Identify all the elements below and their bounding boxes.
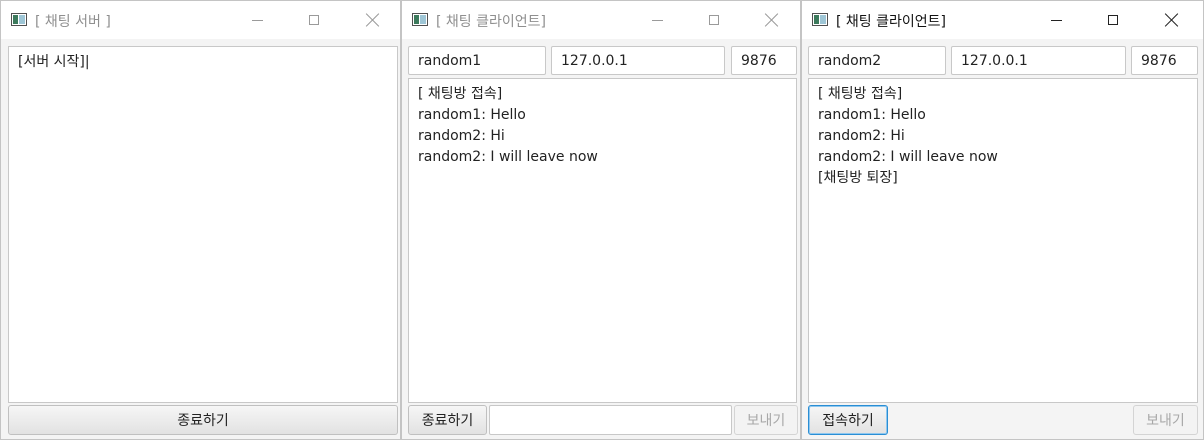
chat-line: random2: I will leave now [818,149,998,165]
minimize-button[interactable] [634,1,680,39]
title-bar[interactable]: [ 채팅 클라이언트] [402,1,800,39]
close-button[interactable] [1149,1,1195,39]
chat-line: [채팅방 퇴장] [818,170,898,186]
minimize-icon [651,19,663,21]
app-window-icon [812,13,828,26]
chat-log-area[interactable]: [ 채팅방 접속] random1: Hello random2: Hi ran… [808,78,1198,403]
chat-line: random1: Hello [418,107,526,123]
chat-line: random2: Hi [818,128,905,144]
host-field[interactable]: 127.0.0.1 [551,46,725,75]
minimize-icon [251,19,263,21]
close-icon [765,13,779,27]
send-button[interactable]: 보내기 [1133,405,1198,435]
connect-button[interactable]: 접속하기 [808,405,888,435]
host-field[interactable]: 127.0.0.1 [951,46,1126,75]
window-title: [ 채팅 서버 ] [35,14,111,30]
chat-line: random2: I will leave now [418,149,598,165]
port-field[interactable]: 9876 [731,46,797,75]
chat-line: [ 채팅방 접속] [818,86,903,102]
window-title: [ 채팅 클라이언트] [436,14,546,30]
chat-line: random1: Hello [818,107,926,123]
port-field[interactable]: 9876 [1131,46,1198,75]
maximize-icon [1108,15,1118,25]
close-button[interactable] [749,1,795,39]
maximize-button[interactable] [1090,1,1136,39]
maximize-button[interactable] [291,1,337,39]
chat-log-area[interactable]: [ 채팅방 접속] random1: Hello random2: Hi ran… [408,78,797,403]
app-window-icon [412,13,428,26]
minimize-icon [1050,19,1062,21]
minimize-button[interactable] [234,1,280,39]
client2-window: [ 채팅 클라이언트] random2 127.0.0.1 9876 [ 채팅방… [801,0,1204,440]
log-line: [서버 시작]| [18,54,90,70]
chat-line: random2: Hi [418,128,505,144]
close-button[interactable] [350,1,396,39]
window-title: [ 채팅 클라이언트] [836,14,946,30]
app-window-icon [11,13,27,26]
minimize-button[interactable] [1033,1,1079,39]
message-input[interactable] [489,405,732,435]
nickname-field[interactable]: random1 [408,46,546,75]
stop-server-button[interactable]: 종료하기 [8,405,398,435]
server-log-area[interactable]: [서버 시작]| [8,46,398,403]
maximize-icon [309,15,319,25]
title-bar[interactable]: [ 채팅 서버 ] [1,1,400,39]
client1-window: [ 채팅 클라이언트] random1 127.0.0.1 9876 [ 채팅방… [401,0,801,440]
nickname-field[interactable]: random2 [808,46,946,75]
server-window: [ 채팅 서버 ] [서버 시작]| 종료하기 [0,0,401,440]
maximize-button[interactable] [691,1,737,39]
send-button[interactable]: 보내기 [734,405,798,435]
disconnect-button[interactable]: 종료하기 [408,405,487,435]
close-icon [366,13,380,27]
close-icon [1165,13,1179,27]
title-bar[interactable]: [ 채팅 클라이언트] [802,1,1203,39]
chat-line: [ 채팅방 접속] [418,86,503,102]
maximize-icon [709,15,719,25]
